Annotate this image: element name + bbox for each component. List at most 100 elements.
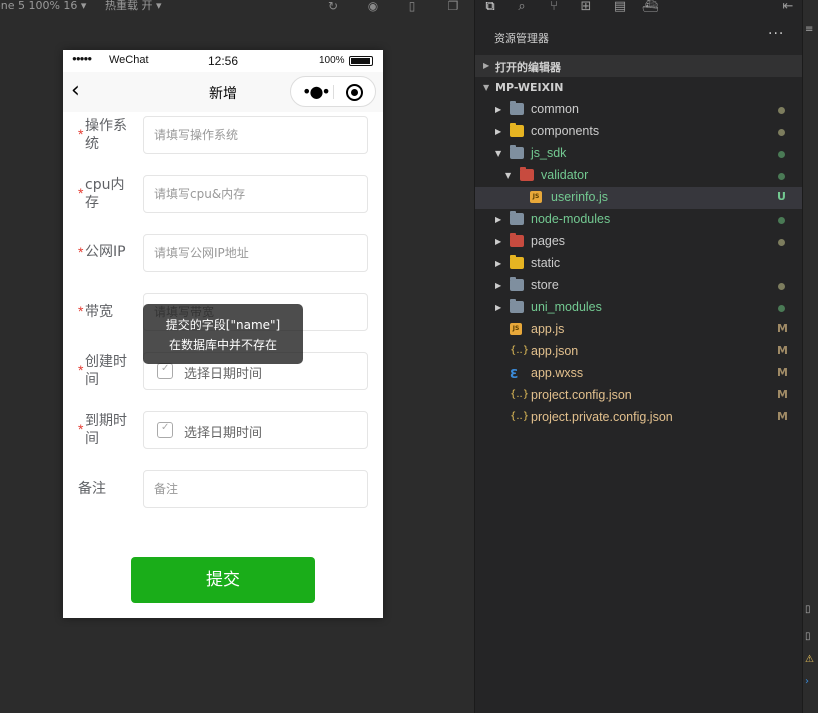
json-file-icon: {..} (510, 389, 530, 400)
required-mark: * (78, 303, 84, 319)
window-icon[interactable]: ❐ (446, 0, 460, 14)
tree-folder[interactable]: ▶ uni_modules (475, 297, 803, 319)
git-status-dot (778, 217, 785, 224)
chevron-right-icon: ▶ (495, 127, 502, 136)
os-field[interactable] (144, 117, 367, 153)
tree-item-label: common (531, 102, 579, 116)
tree-file[interactable]: JS app.js M (475, 319, 803, 341)
stop-icon[interactable]: ◉ (366, 0, 380, 14)
git-status-badge: M (777, 344, 788, 357)
tree-item-label: static (531, 256, 561, 270)
required-mark: * (78, 421, 84, 437)
ip-input[interactable] (143, 234, 368, 272)
close-target-icon[interactable] (346, 84, 363, 101)
tree-item-label: uni_modules (531, 300, 602, 314)
os-input[interactable] (143, 116, 368, 154)
chevron-right-icon: ▶ (495, 105, 502, 114)
panel-toggle-icon[interactable]: ≡ (805, 24, 817, 38)
warning-icon[interactable]: ⚠ (805, 654, 817, 668)
folder-icon (510, 101, 524, 115)
git-status-badge: M (777, 322, 788, 335)
tree-file[interactable]: {..} app.json M (475, 341, 803, 363)
tree-item-label: node-modules (531, 212, 611, 226)
more-dots-icon[interactable]: •●• (302, 82, 331, 101)
clock: 12:56 (208, 54, 239, 68)
explorer-panel: ⧉ ⌕ ⑂ ⊞ ▤ ⛴ ⇤ 资源管理器 ··· ▶ 打开的编辑器 ▼ MP-WE… (474, 0, 803, 713)
tree-file[interactable]: JS userinfo.js U (475, 187, 803, 209)
nav-bar: ‹ 新增 •●• (63, 72, 383, 112)
signal-icon: ●●●●● (72, 54, 92, 63)
toast-line: 在数据库中并不存在 (168, 338, 277, 352)
document-icon[interactable]: ▤ (611, 0, 629, 15)
field-label: 操作系统 (85, 118, 127, 152)
ip-field[interactable] (144, 235, 367, 271)
tree-item-label: components (531, 124, 600, 138)
docker-icon[interactable]: ⛴ (641, 0, 659, 15)
tree-item-label: app.wxss (531, 366, 584, 380)
files-icon[interactable]: ⧉ (481, 0, 499, 15)
tree-item-label: project.config.json (531, 388, 632, 402)
tree-folder[interactable]: ▶ pages (475, 231, 803, 253)
source-control-icon[interactable]: ⑂ (545, 0, 563, 15)
section-label: 打开的编辑器 (495, 61, 561, 74)
git-status-dot (778, 173, 785, 180)
project-section[interactable]: ▼ MP-WEIXIN (475, 77, 803, 99)
collapse-panel-icon[interactable]: ⇤ (779, 0, 797, 15)
cpu-field[interactable] (144, 176, 367, 212)
panel-icon[interactable]: ▯ (805, 604, 817, 618)
submit-button[interactable]: 提交 (131, 557, 315, 603)
required-mark: * (78, 244, 84, 260)
capsule-divider (333, 85, 334, 99)
form-row-os: * 操作系统 (63, 116, 383, 156)
chevron-right-icon: ▶ (495, 259, 502, 268)
expire-datetime-picker[interactable]: 选择日期时间 (143, 411, 368, 449)
tree-folder[interactable]: ▼ js_sdk (475, 143, 803, 165)
json-file-icon: {..} (510, 345, 530, 356)
tree-folder[interactable]: ▶ static (475, 253, 803, 275)
tree-item-label: app.json (531, 344, 579, 358)
tree-folder[interactable]: ▼ validator (475, 165, 803, 187)
tree-folder[interactable]: ▶ store (475, 275, 803, 297)
tree-folder[interactable]: ▶ components (475, 121, 803, 143)
tree-item-label: project.private.config.json (531, 410, 673, 424)
tree-item-label: userinfo.js (551, 190, 608, 204)
status-bar: ●●●●● WeChat 12:56 100% (63, 50, 383, 72)
git-status-dot (778, 151, 785, 158)
phone-icon[interactable]: ▯ (405, 0, 419, 14)
git-status-badge: M (777, 366, 788, 379)
extensions-icon[interactable]: ⊞ (577, 0, 595, 15)
folder-icon (520, 167, 534, 181)
toast-line: 提交的字段["name"] (165, 318, 281, 332)
terminal-icon[interactable]: › (805, 676, 817, 690)
chevron-right-icon: ▶ (495, 303, 502, 312)
form-row-cpu: * cpu内存 (63, 175, 383, 215)
folder-icon (510, 145, 524, 159)
chevron-right-icon: ▶ (483, 61, 490, 70)
field-label: 到期时间 (85, 413, 127, 447)
remark-field[interactable] (144, 471, 367, 507)
tree-file[interactable]: {..} project.private.config.json M (475, 407, 803, 429)
datetime-placeholder: 选择日期时间 (184, 367, 263, 382)
section-label: MP-WEIXIN (495, 81, 564, 94)
search-icon[interactable]: ⌕ (513, 0, 531, 15)
tree-folder[interactable]: ▶ node-modules (475, 209, 803, 231)
refresh-icon[interactable]: ↻ (326, 0, 340, 14)
chevron-right-icon: ▶ (495, 237, 502, 246)
tree-file[interactable]: Ɛapp.wxss M (475, 363, 803, 385)
panel-icon[interactable]: ▯ (805, 631, 817, 645)
device-selector[interactable]: one 5 100% 16 ▾ (0, 0, 86, 12)
hot-reload-toggle[interactable]: 热重载 开 ▾ (105, 0, 162, 12)
right-edge-panel: ≡ ▯ ▯ ⚠ › (802, 0, 818, 713)
open-editors-section[interactable]: ▶ 打开的编辑器 (475, 55, 803, 77)
phone-simulator: ●●●●● WeChat 12:56 100% ‹ 新增 •●• * 操作系统 … (63, 50, 383, 618)
tree-file[interactable]: {..} project.config.json M (475, 385, 803, 407)
cpu-input[interactable] (143, 175, 368, 213)
javascript-file-icon: JS (510, 323, 522, 335)
carrier-label: WeChat (109, 54, 149, 66)
git-status-badge: M (777, 410, 788, 423)
tree-folder[interactable]: ▶ common (475, 99, 803, 121)
more-actions-icon[interactable]: ··· (768, 26, 784, 42)
form-row-expire: * 到期时间 选择日期时间 (63, 411, 383, 451)
battery-icon (349, 56, 373, 66)
remark-input[interactable] (143, 470, 368, 508)
